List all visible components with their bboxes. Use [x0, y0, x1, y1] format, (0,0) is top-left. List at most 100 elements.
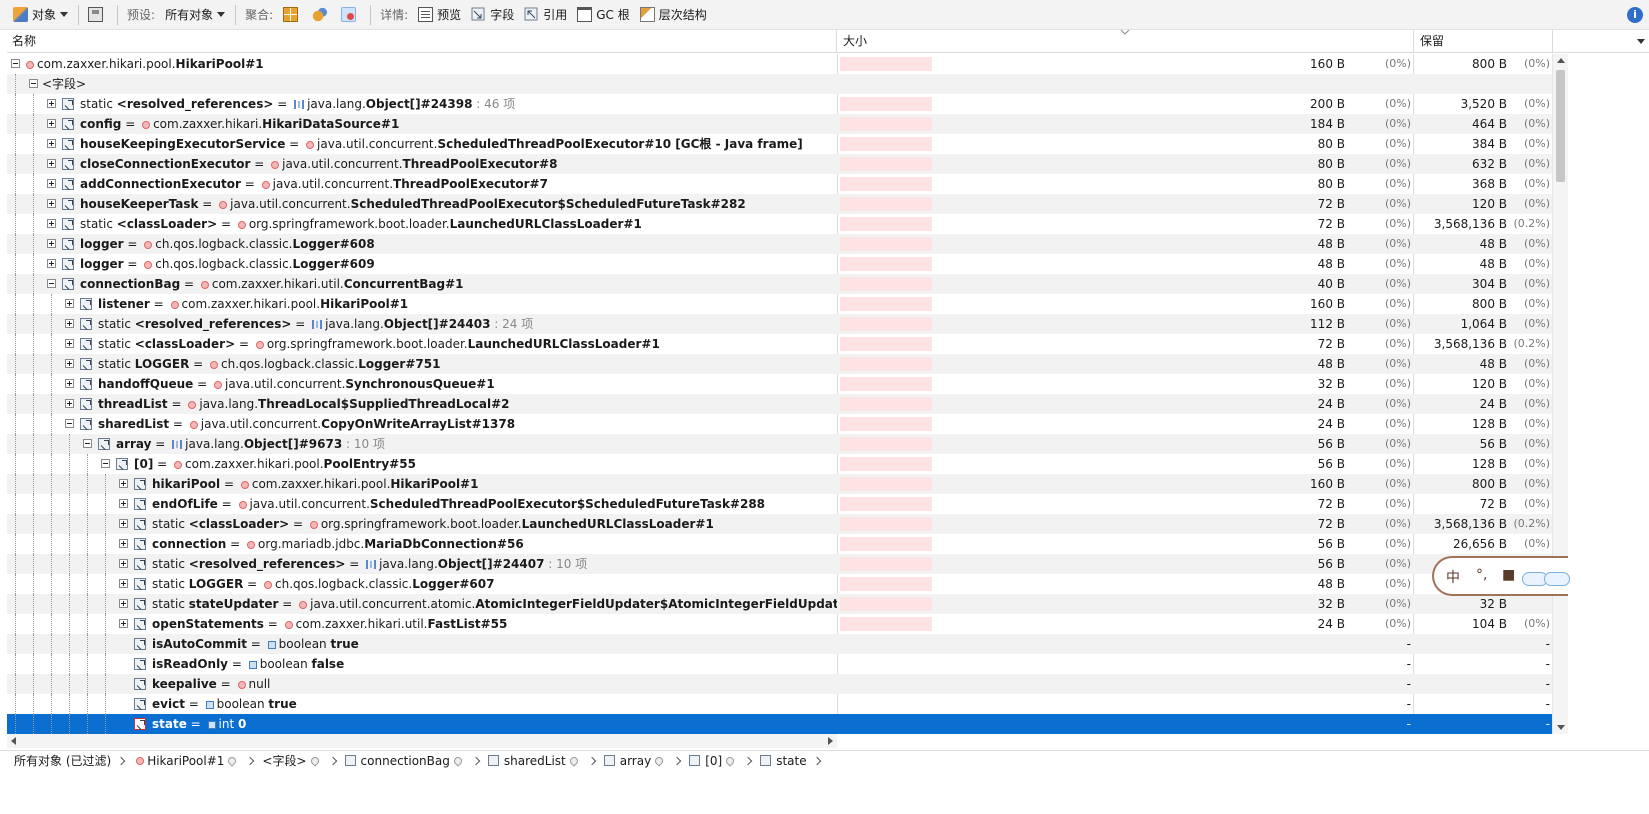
tree-row[interactable]: logger = ch.qos.logback.classic.Logger#6…: [7, 254, 1552, 274]
collapse-icon[interactable]: [65, 419, 74, 428]
tree-row[interactable]: static <resolved_references> = java.lang…: [7, 314, 1552, 334]
scroll-down-icon[interactable]: [1557, 725, 1565, 730]
tree-row[interactable]: <字段>: [7, 74, 1552, 94]
expand-icon[interactable]: [119, 479, 128, 488]
expand-icon[interactable]: [65, 319, 74, 328]
tree-row[interactable]: config = com.zaxxer.hikari.HikariDataSou…: [7, 114, 1552, 134]
tree-row[interactable]: endOfLife = java.util.concurrent.Schedul…: [7, 494, 1552, 514]
tree-row[interactable]: sharedList = java.util.concurrent.CopyOn…: [7, 414, 1552, 434]
preview-button[interactable]: 预览: [415, 4, 464, 26]
tree-row[interactable]: static LOGGER = ch.qos.logback.classic.L…: [7, 354, 1552, 374]
scroll-thumb[interactable]: [1556, 70, 1565, 182]
help-icon[interactable]: i: [1627, 7, 1643, 23]
expand-icon[interactable]: [47, 99, 56, 108]
scroll-up-icon[interactable]: [1557, 58, 1565, 63]
tree-row[interactable]: evict = boolean true - -: [7, 694, 1552, 714]
tree-row[interactable]: houseKeeperTask = java.util.concurrent.S…: [7, 194, 1552, 214]
references-button[interactable]: 引用: [521, 4, 570, 26]
breadcrumb-item[interactable]: HikariPool#1: [131, 751, 242, 771]
aggregate-packages-button[interactable]: [309, 4, 334, 26]
column-menu-icon[interactable]: [1637, 39, 1645, 44]
horizontal-scrollbar[interactable]: [7, 734, 837, 748]
tree-row[interactable]: [0] = com.zaxxer.hikari.pool.PoolEntry#5…: [7, 454, 1552, 474]
tree-row[interactable]: static <resolved_references> = java.lang…: [7, 94, 1552, 114]
column-divider[interactable]: [836, 30, 837, 53]
tree-row[interactable]: openStatements = com.zaxxer.hikari.util.…: [7, 614, 1552, 634]
tree-row[interactable]: connectionBag = com.zaxxer.hikari.util.C…: [7, 274, 1552, 294]
expand-icon[interactable]: [119, 519, 128, 528]
objects-dropdown[interactable]: 对象: [10, 4, 71, 26]
tree-row[interactable]: keepalive = null - -: [7, 674, 1552, 694]
tree-row[interactable]: listener = com.zaxxer.hikari.pool.Hikari…: [7, 294, 1552, 314]
tree-row[interactable]: handoffQueue = java.util.concurrent.Sync…: [7, 374, 1552, 394]
expand-icon[interactable]: [65, 399, 74, 408]
expand-icon[interactable]: [119, 579, 128, 588]
expand-icon[interactable]: [119, 539, 128, 548]
shirt-icon[interactable]: ■: [1502, 567, 1515, 583]
expand-icon[interactable]: [47, 239, 56, 248]
ime-lang[interactable]: 中: [1446, 567, 1460, 587]
column-divider[interactable]: [1413, 30, 1414, 53]
scroll-left-icon[interactable]: [11, 737, 16, 745]
tree-row[interactable]: static <classLoader> = org.springframewo…: [7, 214, 1552, 234]
aggregate-objects-button[interactable]: [338, 4, 363, 26]
save-button[interactable]: [85, 4, 110, 26]
aggregate-classes-button[interactable]: [280, 4, 305, 26]
tree-row[interactable]: static stateUpdater = java.util.concurre…: [7, 594, 1552, 614]
tree-row[interactable]: state = int 0 - -: [7, 714, 1552, 734]
tree-row[interactable]: closeConnectionExecutor = java.util.conc…: [7, 154, 1552, 174]
breadcrumb-item[interactable]: sharedList: [486, 751, 584, 771]
expand-icon[interactable]: [65, 339, 74, 348]
tree-row[interactable]: isReadOnly = boolean false - -: [7, 654, 1552, 674]
pin-icon[interactable]: [226, 754, 239, 767]
expand-icon[interactable]: [47, 219, 56, 228]
tree-row[interactable]: threadList = java.lang.ThreadLocal$Suppl…: [7, 394, 1552, 414]
tree-row[interactable]: isAutoCommit = boolean true - -: [7, 634, 1552, 654]
expand-icon[interactable]: [47, 139, 56, 148]
pin-icon[interactable]: [653, 754, 665, 767]
scroll-right-icon[interactable]: [828, 737, 833, 745]
collapse-icon[interactable]: [101, 459, 110, 468]
breadcrumb-item[interactable]: [0]: [687, 751, 740, 771]
expand-icon[interactable]: [119, 619, 128, 628]
expand-icon[interactable]: [47, 119, 56, 128]
breadcrumb-item[interactable]: <字段>: [260, 751, 324, 771]
expand-icon[interactable]: [65, 359, 74, 368]
expand-icon[interactable]: [119, 559, 128, 568]
pin-icon[interactable]: [308, 754, 321, 767]
expand-icon[interactable]: [65, 379, 74, 388]
collapse-icon[interactable]: [11, 59, 20, 68]
breadcrumb-item[interactable]: connectionBag: [343, 751, 468, 771]
expand-icon[interactable]: [47, 199, 56, 208]
pin-icon[interactable]: [724, 754, 736, 767]
fields-button[interactable]: 字段: [468, 4, 517, 26]
gc-root-button[interactable]: GC 根: [574, 4, 633, 26]
expand-icon[interactable]: [47, 159, 56, 168]
tree-row[interactable]: static LOGGER = ch.qos.logback.classic.L…: [7, 574, 1552, 594]
expand-icon[interactable]: [65, 299, 74, 308]
tree-row[interactable]: hikariPool = com.zaxxer.hikari.pool.Hika…: [7, 474, 1552, 494]
collapse-icon[interactable]: [29, 79, 38, 88]
tree-row[interactable]: addConnectionExecutor = java.util.concur…: [7, 174, 1552, 194]
column-name[interactable]: 名称: [7, 30, 837, 53]
tree-row[interactable]: connection = org.mariadb.jdbc.MariaDbCon…: [7, 534, 1552, 554]
collapse-icon[interactable]: [83, 439, 92, 448]
pin-icon[interactable]: [452, 754, 464, 767]
tree-row[interactable]: houseKeepingExecutorService = java.util.…: [7, 134, 1552, 154]
expand-icon[interactable]: [119, 599, 128, 608]
breadcrumb-item[interactable]: 所有对象 (已过滤): [12, 751, 113, 771]
expand-icon[interactable]: [119, 499, 128, 508]
ime-punct[interactable]: °,: [1476, 567, 1487, 583]
tree-row[interactable]: static <resolved_references> = java.lang…: [7, 554, 1552, 574]
preset-dropdown[interactable]: 所有对象: [162, 4, 228, 26]
breadcrumb-item[interactable]: array: [602, 751, 669, 771]
collapse-icon[interactable]: [47, 279, 56, 288]
column-divider[interactable]: [1552, 30, 1553, 53]
ime-toolbar[interactable]: 中 °, ■: [1432, 556, 1570, 596]
breadcrumb-item[interactable]: state: [758, 751, 808, 771]
tree-row[interactable]: logger = ch.qos.logback.classic.Logger#6…: [7, 234, 1552, 254]
tree-row[interactable]: array = java.lang.Object[]#9673 : 10 项 56…: [7, 434, 1552, 454]
expand-icon[interactable]: [47, 179, 56, 188]
tree-row[interactable]: com.zaxxer.hikari.pool.HikariPool#1 160 B…: [7, 54, 1552, 74]
column-retained[interactable]: 保留: [1415, 30, 1552, 53]
